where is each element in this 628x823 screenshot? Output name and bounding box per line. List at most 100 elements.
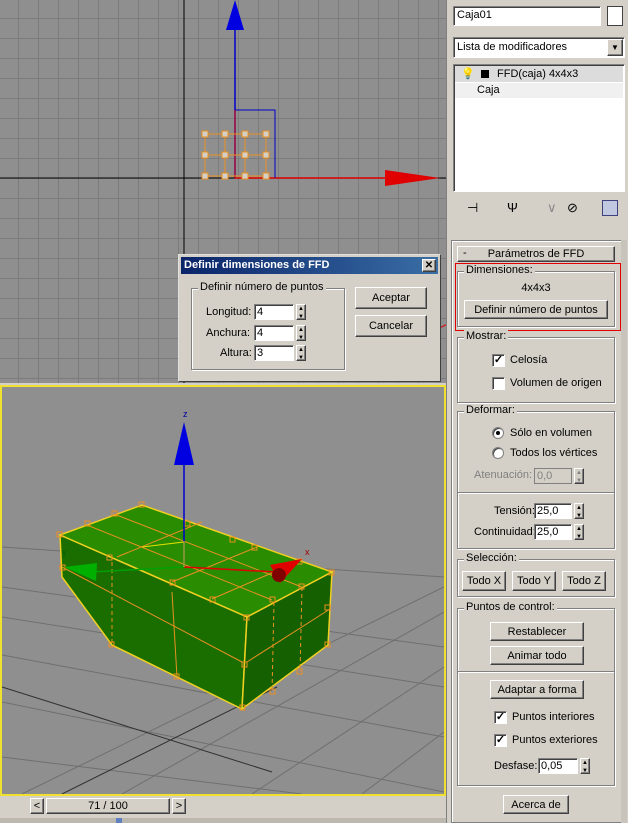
length-label: Longitud: [206, 306, 252, 318]
continuity-spinner[interactable]: ▲ ▼ [574, 524, 584, 540]
source-volume-label: Volumen de origen [510, 377, 602, 389]
stack-item-box-label: Caja [477, 84, 500, 96]
dialog-titlebar[interactable]: Definir dimensiones de FFD ✕ [181, 257, 438, 274]
all-z-label: Todo Z [567, 575, 601, 587]
axis-x-label: x [305, 547, 310, 557]
ok-label: Aceptar [372, 292, 410, 304]
inside-points-label: Puntos interiores [512, 711, 595, 723]
time-slider[interactable]: 71 / 100 [46, 798, 170, 814]
show-end-result-icon[interactable]: Ψ [507, 200, 518, 215]
rollout-header[interactable]: - Parámetros de FFD [457, 246, 615, 262]
lightbulb-icon[interactable]: 💡 [461, 67, 475, 80]
offset-field[interactable]: 0,05 [538, 758, 578, 774]
stack-item-ffd-label: FFD(caja) 4x4x3 [497, 68, 579, 80]
object-name-field[interactable]: Caja01 [453, 6, 601, 26]
about-label: Acerca de [511, 798, 561, 811]
dialog-title: Definir dimensiones de FFD [184, 259, 330, 271]
track-bar[interactable] [0, 818, 446, 823]
display-group: Mostrar: ✓ Celosía Volumen de origen [457, 330, 615, 403]
time-slider-bar: < 71 / 100 > [0, 796, 446, 823]
selection-group-title: Selección: [464, 552, 519, 564]
cancel-button[interactable]: Cancelar [355, 315, 427, 337]
display-group-title: Mostrar: [464, 330, 509, 342]
points-group: Definir número de puntos Longitud: 4 ▲ ▼ … [191, 281, 345, 370]
all-vertices-radio[interactable] [492, 447, 504, 459]
points-group-title: Definir número de puntos [198, 281, 326, 293]
reset-button[interactable]: Restablecer [490, 622, 584, 641]
stack-toolbar: ⊣ Ψ ∨ ⊘ [467, 200, 625, 218]
control-points-group-title: Puntos de control: [464, 601, 557, 613]
only-in-volume-label: Sólo en volumen [510, 427, 592, 439]
remove-modifier-icon[interactable]: ⊘ [567, 200, 578, 216]
width-spinner[interactable]: ▲ ▼ [296, 325, 306, 341]
deform-divider [458, 492, 614, 494]
source-volume-checkbox[interactable] [492, 377, 505, 390]
deform-group: Deformar: Sólo en volumen Todos los vért… [457, 404, 615, 549]
lattice-checkbox[interactable]: ✓ [492, 354, 505, 367]
stack-item-ffd[interactable]: 💡 FFD(caja) 4x4x3 [455, 66, 623, 82]
modifier-stack: 💡 FFD(caja) 4x4x3 Caja [453, 64, 625, 192]
stack-item-box[interactable]: Caja [455, 83, 623, 98]
height-label: Altura: [220, 347, 252, 359]
move-gizmo[interactable] [226, 0, 440, 186]
modifier-list-dropdown[interactable]: Lista de modificadores ▼ [453, 37, 625, 58]
next-frame-button[interactable]: > [172, 798, 186, 814]
only-in-volume-radio[interactable] [492, 427, 504, 439]
panel-scrollbar[interactable] [621, 240, 627, 823]
all-x-label: Todo X [466, 575, 502, 587]
all-z-button[interactable]: Todo Z [562, 571, 606, 591]
ffd-dimensions-dialog: Definir dimensiones de FFD ✕ Definir núm… [178, 254, 441, 382]
frame-counter: 71 / 100 [88, 800, 128, 812]
all-y-button[interactable]: Todo Y [512, 571, 556, 591]
all-vertices-label: Todos los vértices [510, 447, 598, 459]
chevron-down-icon[interactable]: ▼ [607, 39, 623, 56]
collapse-icon: - [463, 247, 467, 259]
box-object[interactable] [56, 501, 335, 711]
object-color-swatch[interactable] [607, 6, 623, 26]
outside-points-checkbox[interactable]: ✓ [494, 734, 507, 747]
expand-plus-icon[interactable] [481, 70, 489, 78]
command-panel: Caja01 Lista de modificadores ▼ 💡 FFD(ca… [446, 0, 628, 823]
conform-to-shape-button[interactable]: Adaptar a forma [490, 680, 584, 699]
offset-label: Desfase: [494, 760, 538, 772]
height-field[interactable]: 3 [254, 345, 294, 361]
ok-button[interactable]: Aceptar [355, 287, 427, 309]
inside-points-checkbox[interactable]: ✓ [494, 711, 507, 724]
perspective-viewport[interactable]: z x y [0, 385, 446, 796]
conform-label: Adaptar a forma [497, 683, 577, 696]
cancel-label: Cancelar [368, 320, 414, 332]
about-button[interactable]: Acerca de [503, 795, 569, 814]
falloff-label: Atenuación: [474, 469, 533, 481]
falloff-field[interactable]: 0,0 [534, 468, 572, 484]
continuity-field[interactable]: 25,0 [534, 524, 572, 540]
reset-label: Restablecer [507, 625, 567, 638]
pin-stack-icon[interactable]: ⊣ [467, 200, 478, 216]
length-spinner[interactable]: ▲ ▼ [296, 304, 306, 320]
offset-spinner[interactable]: ▲ ▼ [580, 758, 590, 774]
rollout-title: Parámetros de FFD [487, 248, 585, 260]
falloff-spinner[interactable]: ▲ ▼ [574, 468, 584, 484]
close-icon[interactable]: ✕ [422, 259, 436, 272]
tension-field[interactable]: 25,0 [534, 503, 572, 519]
prev-frame-button[interactable]: < [30, 798, 44, 814]
highlight-box [455, 263, 621, 331]
configure-sets-icon[interactable] [602, 200, 618, 216]
animate-all-label: Animar todo [507, 649, 567, 662]
control-points-divider [458, 671, 614, 673]
track-bar-marker [116, 818, 122, 823]
deform-group-title: Deformar: [464, 404, 517, 416]
object-name-text: Caja01 [457, 9, 492, 21]
axis-z-label: z [183, 409, 188, 419]
animate-all-button[interactable]: Animar todo [490, 646, 584, 665]
outside-points-label: Puntos exteriores [512, 734, 598, 746]
all-y-label: Todo Y [516, 575, 552, 587]
tension-spinner[interactable]: ▲ ▼ [574, 503, 584, 519]
control-points-group: Puntos de control: Restablecer Animar to… [457, 601, 615, 786]
height-spinner[interactable]: ▲ ▼ [296, 345, 306, 361]
width-field[interactable]: 4 [254, 325, 294, 341]
all-x-button[interactable]: Todo X [462, 571, 506, 591]
make-unique-icon[interactable]: ∨ [547, 200, 557, 216]
modifier-list-label: Lista de modificadores [457, 41, 568, 53]
length-field[interactable]: 4 [254, 304, 294, 320]
lattice-label: Celosía [510, 354, 548, 366]
